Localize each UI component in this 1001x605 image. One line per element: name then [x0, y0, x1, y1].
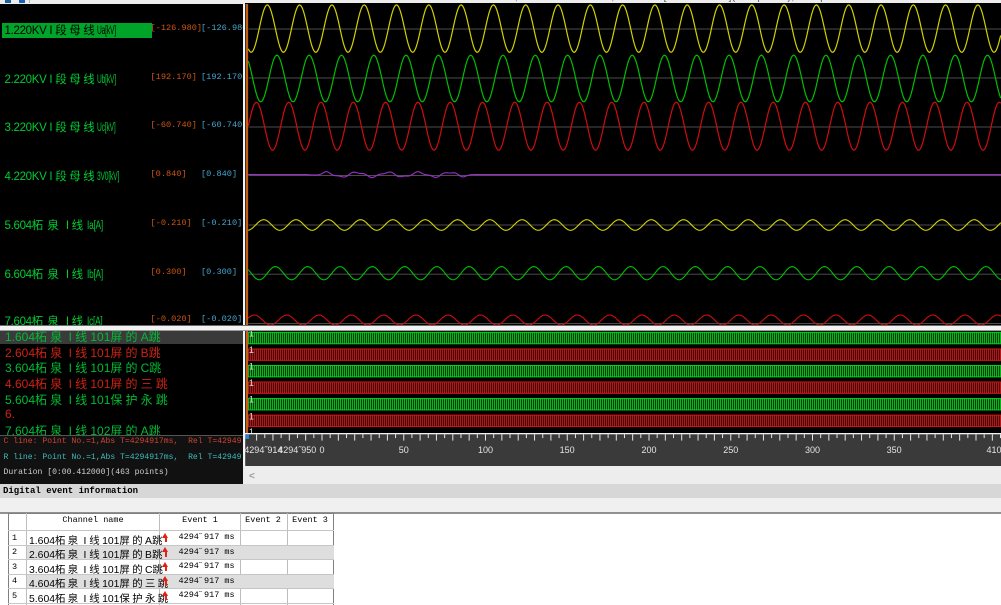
svg-text:4294˝950: 4294˝950 [278, 445, 316, 455]
svg-text:0: 0 [319, 445, 324, 455]
svg-text:100: 100 [478, 445, 493, 455]
svg-text:250: 250 [723, 445, 738, 455]
svg-text:1: 1 [249, 378, 254, 389]
svg-text:1: 1 [249, 345, 254, 356]
svg-text:1: 1 [249, 395, 254, 406]
svg-text:300: 300 [805, 445, 820, 455]
svg-text:4294˝914: 4294˝914 [244, 445, 282, 455]
svg-text:350: 350 [887, 445, 902, 455]
svg-text:200: 200 [641, 445, 656, 455]
svg-text:150: 150 [560, 445, 575, 455]
svg-text:1: 1 [249, 362, 254, 373]
svg-text:410: 410 [986, 445, 1001, 455]
svg-text:1: 1 [249, 411, 254, 422]
svg-text:50: 50 [399, 445, 409, 455]
